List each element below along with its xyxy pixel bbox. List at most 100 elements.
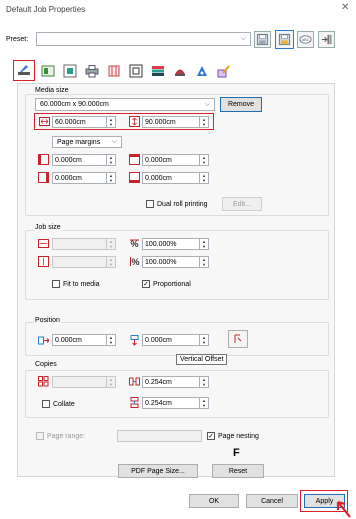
pointer-arrow-icon [336,500,352,519]
tab-variable-data[interactable] [214,62,233,79]
spot-color-icon [196,65,207,76]
dual-roll-label: Dual roll printing [157,200,208,208]
page-nesting-box[interactable]: ✓ [207,432,215,440]
page-range-box[interactable] [36,432,44,440]
scale-y-input[interactable]: 100.000% [142,256,200,268]
margin-left-input[interactable]: 0.000cm [52,154,107,166]
media-width-input[interactable]: 60.000cm [52,116,107,128]
preset-combo[interactable]: ⌵ [36,32,251,46]
collate-checkbox[interactable]: Collate [42,400,75,408]
margin-left-icon [38,154,49,165]
media-size-icon [14,61,33,79]
vertical-gap-icon [129,397,140,408]
position-anchor-button[interactable] [228,330,248,348]
svg-text:%: % [131,257,139,267]
scale-y-icon: % [129,256,140,267]
margin-top-input[interactable]: 0.000cm [142,154,200,166]
tab-marks[interactable] [104,62,123,79]
tab-printer[interactable] [82,62,101,79]
height-icon [129,116,140,127]
close-icon[interactable]: ✕ [341,2,349,13]
job-height-input[interactable] [52,256,107,268]
job-size-title: Job size [34,224,62,231]
margin-bottom-spinner[interactable]: ▲ ▼ [200,172,209,184]
page-range-checkbox[interactable]: Page range: [36,432,85,440]
scale-x-spinner[interactable]: ▲ ▼ [200,238,209,250]
svg-text:ABC: ABC [302,38,310,42]
vertical-gap-spinner[interactable]: ▲ ▼ [200,397,209,409]
import-preset-icon[interactable] [318,31,335,48]
offset-x-input[interactable]: 0.000cm [52,334,107,346]
margin-top-spinner[interactable]: ▲ ▼ [200,154,209,166]
proportional-checkbox[interactable]: ✓ Proportional [142,280,191,288]
save-preset-icon[interactable] [254,31,271,48]
marks-icon [108,65,119,76]
page-margins-value: Page margins [57,138,101,146]
media-height-spinner[interactable]: ▲ ▼ [200,116,209,128]
margin-right-spinner[interactable]: ▲ ▼ [107,172,116,184]
vertical-offset-tooltip: Vertical Offset [176,354,228,365]
job-width-spinner[interactable]: ▲ ▼ [107,238,116,250]
tab-color-adjust[interactable] [148,62,167,79]
cancel-button[interactable]: Cancel [246,494,298,508]
margin-bottom-icon [129,172,140,183]
margin-left-spinner[interactable]: ▲ ▼ [107,154,116,166]
save-as-preset-icon[interactable] [275,30,294,49]
job-height-icon [38,256,49,267]
rename-preset-icon[interactable]: ABC [297,31,314,48]
dual-roll-checkbox[interactable]: Dual roll printing [146,200,208,208]
variable-data-icon [217,64,230,77]
tab-media-size[interactable] [13,60,35,81]
horizontal-gap-input[interactable]: 0.254cm [142,376,200,388]
remove-button[interactable]: Remove [220,97,262,112]
copies-icon [38,376,49,387]
tab-spot-color[interactable] [192,62,211,79]
copies-input[interactable] [52,376,107,388]
media-width-spinner[interactable]: ▲ ▼ [107,116,116,128]
job-width-icon [38,238,49,249]
media-size-combo[interactable]: 60.000cm x 90.000cm ⌵ [35,98,215,111]
offset-y-spinner[interactable]: ▲ ▼ [200,334,209,346]
reset-button[interactable]: Reset [212,464,264,478]
preset-label: Preset: [6,36,29,43]
ok-button[interactable]: OK [189,494,239,508]
color-adjust-icon [151,65,164,76]
printer-icon [85,64,98,77]
page-margins-combo[interactable]: Page margins ⌵ [52,136,122,148]
marker-letter: F [233,447,240,459]
job-height-spinner[interactable]: ▲ ▼ [107,256,116,268]
offset-y-input[interactable]: 0.000cm [142,334,200,346]
page-nesting-checkbox[interactable]: ✓ Page nesting [207,432,259,440]
horizontal-gap-spinner[interactable]: ▲ ▼ [200,376,209,388]
scale-y-spinner[interactable]: ▲ ▼ [200,256,209,268]
collate-label: Collate [53,400,75,408]
media-height-input[interactable]: 90.000cm [142,116,200,128]
fit-to-media-checkbox[interactable]: Fit to media [52,280,100,288]
dual-roll-box[interactable] [146,200,154,208]
pdf-page-size-button[interactable]: PDF Page Size... [118,464,198,478]
edit-button[interactable]: Edit... [222,197,262,211]
anchor-icon [234,334,242,343]
offset-y-icon [129,335,140,346]
media-size-title: Media size [34,87,70,94]
chevron-down-icon: ⌵ [111,138,117,145]
tab-color-replacement[interactable] [170,62,189,79]
tab-cut[interactable] [126,62,145,79]
proportional-box[interactable]: ✓ [142,280,150,288]
page-range-input[interactable] [117,430,202,442]
color-replacement-icon [174,69,185,76]
vertical-gap-input[interactable]: 0.254cm [142,397,200,409]
copies-spinner[interactable]: ▲ ▼ [107,376,116,388]
fit-to-media-box[interactable] [52,280,60,288]
job-width-input[interactable] [52,238,107,250]
tab-color-management[interactable] [60,62,79,79]
tab-layout[interactable] [38,62,57,79]
page-range-label: Page range: [47,432,86,440]
cut-icon [129,64,142,77]
margin-bottom-input[interactable]: 0.000cm [142,172,200,184]
collate-box[interactable] [42,400,50,408]
offset-x-spinner[interactable]: ▲ ▼ [107,334,116,346]
margin-right-input[interactable]: 0.000cm [52,172,107,184]
color-management-icon [63,64,76,77]
scale-x-input[interactable]: 100.000% [142,238,200,250]
